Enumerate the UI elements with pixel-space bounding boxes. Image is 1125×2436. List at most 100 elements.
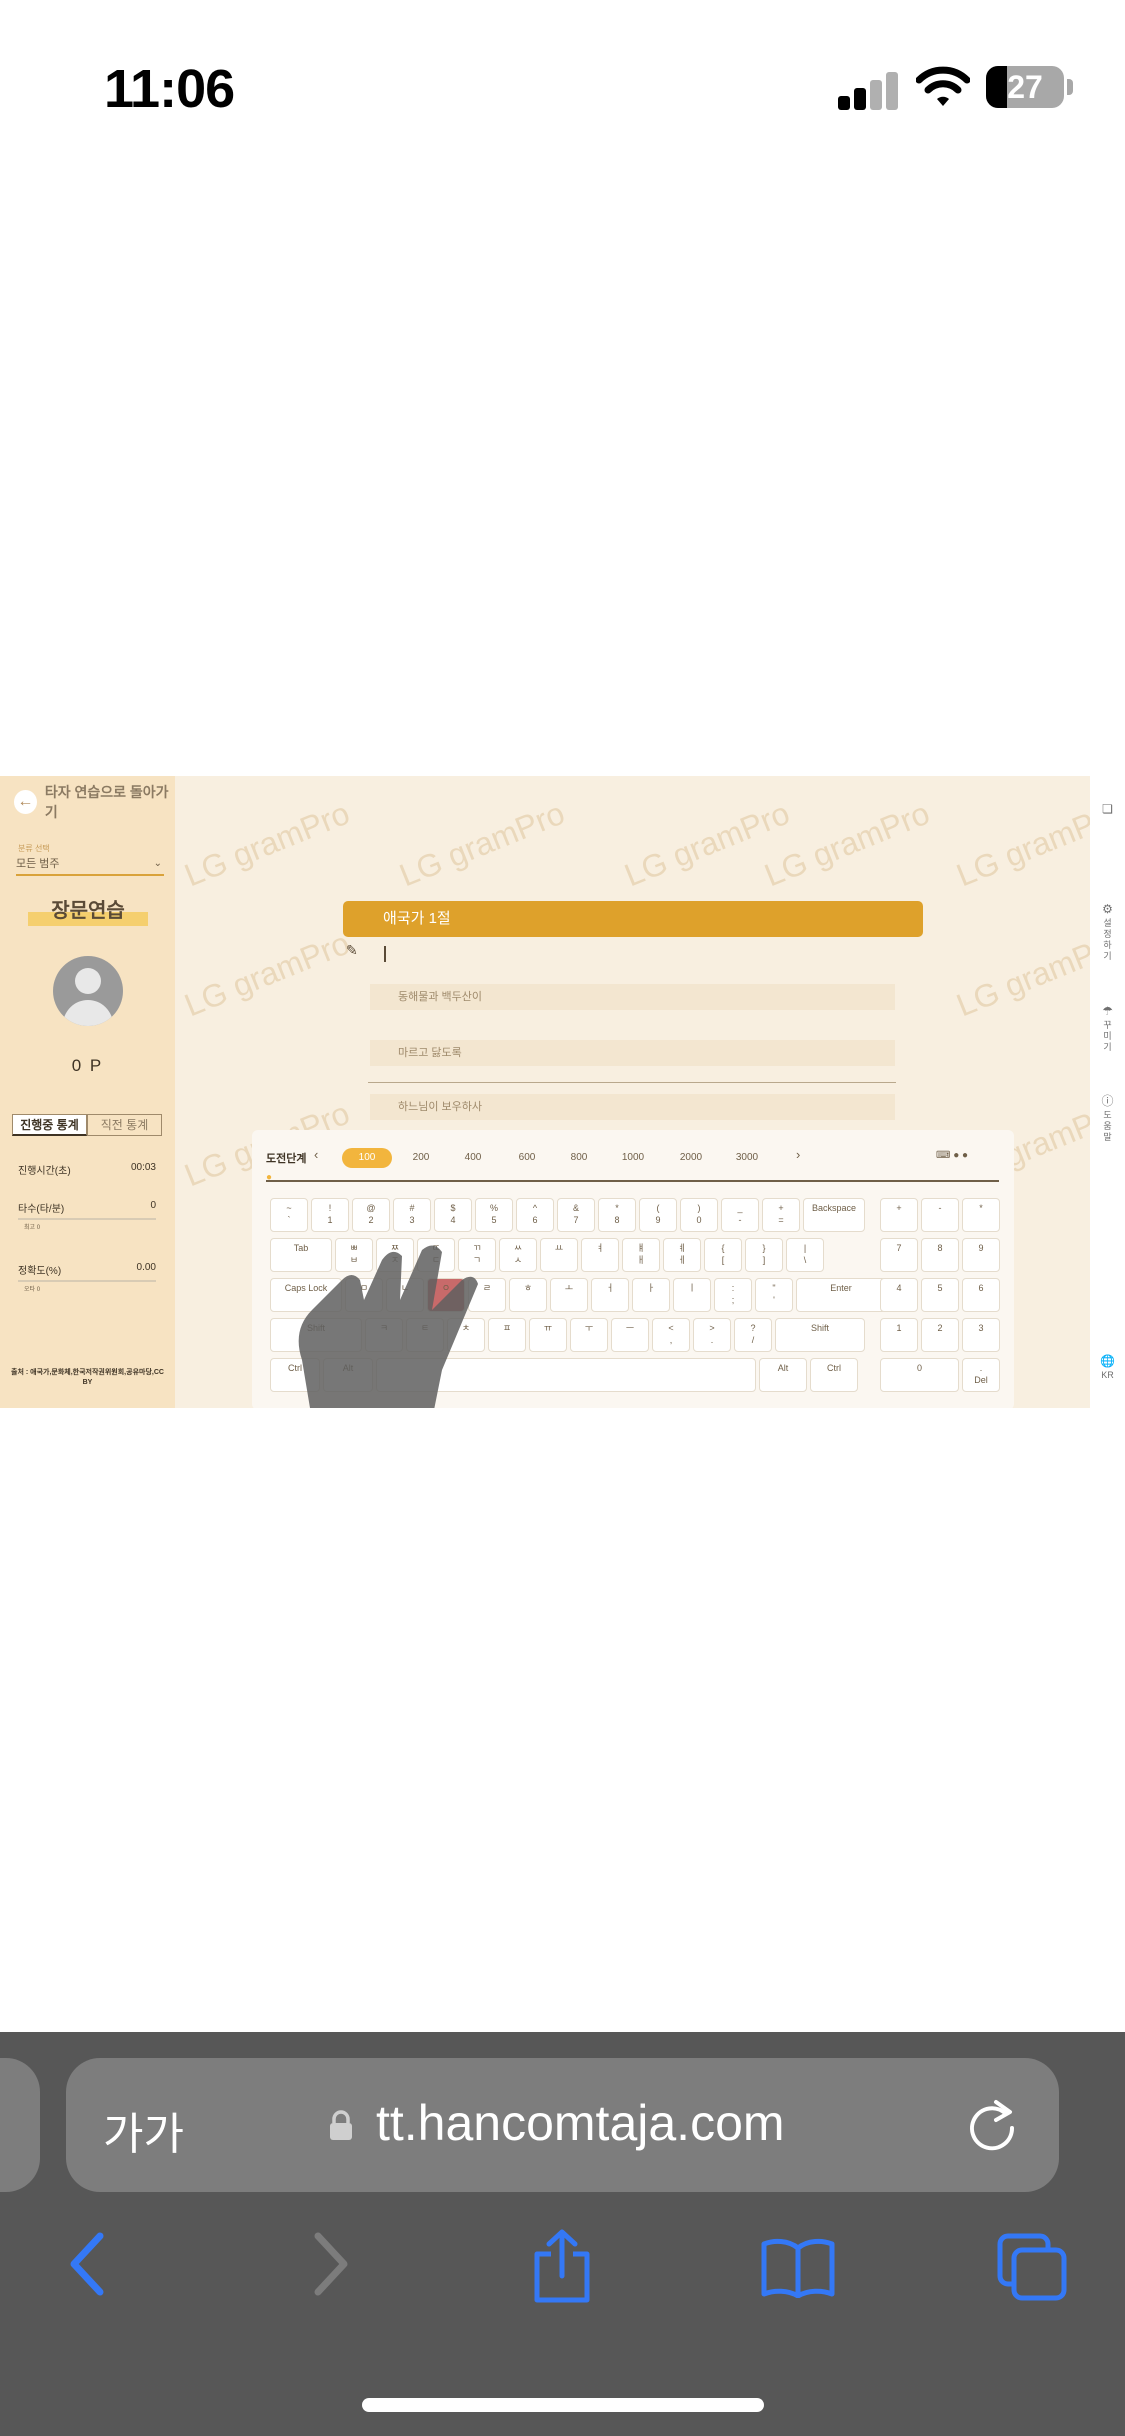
side-settings[interactable]: ⚙ 설정하기 — [1090, 903, 1125, 962]
previous-tab-preview[interactable] — [0, 2058, 40, 2192]
key[interactable]: ㅓ — [591, 1278, 629, 1312]
chevron-down-icon: ⌄ — [153, 858, 162, 869]
tabs-icon[interactable] — [996, 2232, 1068, 2302]
level-600[interactable]: 600 — [502, 1148, 552, 1168]
key[interactable]: ㅗ — [550, 1278, 588, 1312]
key[interactable]: <, — [652, 1318, 690, 1352]
watermark: LG gramPro — [179, 924, 355, 1024]
back-arrow-icon[interactable] — [66, 2232, 106, 2296]
stat-accuracy-bar — [18, 1280, 156, 1282]
key[interactable]: ㅜ — [570, 1318, 608, 1352]
back-to-practice-link[interactable]: ← 타자 연습으로 돌아가기 — [14, 784, 175, 820]
category-value: 모든 범주 — [16, 858, 60, 870]
stats-tabs: 진행중 통계 직전 통계 — [12, 1114, 162, 1136]
key[interactable]: ㅖㅔ — [663, 1238, 701, 1272]
key[interactable]: ^ 6 — [516, 1198, 554, 1232]
key[interactable]: {[ — [704, 1238, 742, 1272]
numpad-key[interactable]: 2 — [921, 1318, 959, 1352]
side-language-label: KR — [1101, 1370, 1114, 1380]
right-shift-key[interactable]: Shift — [775, 1318, 865, 1352]
key[interactable]: #3 — [393, 1198, 431, 1232]
pencil-icon: ✎ — [346, 942, 358, 958]
numpad-key[interactable]: 6 — [962, 1278, 1000, 1312]
key[interactable]: :; — [714, 1278, 752, 1312]
numpad-key[interactable]: 5 — [921, 1278, 959, 1312]
stat-speed-label: 타수(타/분) — [18, 1204, 65, 1215]
key[interactable]: " ' — [755, 1278, 793, 1312]
key[interactable]: + = — [762, 1198, 800, 1232]
left-panel: ← 타자 연습으로 돌아가기 분류 선택 모든 범주 ⌄ 장문연습 0 P 진행… — [0, 776, 175, 1408]
key[interactable]: ㅛ — [540, 1238, 578, 1272]
chevron-right-icon[interactable]: › — [796, 1147, 800, 1162]
level-200[interactable]: 200 — [396, 1148, 446, 1168]
side-language[interactable]: 🌐 KR — [1090, 1355, 1125, 1381]
numpad-key[interactable]: 9 — [962, 1238, 1000, 1272]
level-800[interactable]: 800 — [554, 1148, 604, 1168]
battery-icon: 27 — [986, 66, 1064, 108]
side-copy[interactable]: ❏ — [1090, 803, 1125, 818]
text-size-button[interactable]: 가가 — [103, 2098, 184, 2162]
stat-speed-bar — [18, 1218, 156, 1220]
backspace-key[interactable]: Backspace — [803, 1198, 865, 1232]
stat-speed-value: 0 — [150, 1200, 156, 1211]
level-100[interactable]: 100 — [342, 1148, 392, 1168]
level-2000[interactable]: 2000 — [666, 1148, 716, 1168]
right-alt-key[interactable]: Alt — [759, 1358, 807, 1392]
level-400[interactable]: 400 — [448, 1148, 498, 1168]
battery-percent: 27 — [1007, 69, 1043, 105]
share-icon[interactable] — [531, 2228, 593, 2304]
help-icon: ⓘ — [1101, 1094, 1114, 1108]
key[interactable]: ㅕ — [581, 1238, 619, 1272]
key[interactable]: ㅣ — [673, 1278, 711, 1312]
numpad-key[interactable]: - — [921, 1198, 959, 1232]
typing-cursor[interactable] — [384, 946, 386, 962]
numpad-key[interactable]: 8 — [921, 1238, 959, 1272]
key[interactable]: ㅠ — [529, 1318, 567, 1352]
key[interactable]: ㅏ — [632, 1278, 670, 1312]
key[interactable]: (9 — [639, 1198, 677, 1232]
numpad-key[interactable]: 4 — [880, 1278, 918, 1312]
key[interactable]: & 7 — [557, 1198, 595, 1232]
lyric-line: 마르고 닳도록 — [370, 1040, 895, 1066]
key[interactable]: % 5 — [475, 1198, 513, 1232]
category-select[interactable]: 모든 범주 ⌄ — [16, 854, 164, 876]
forward-arrow-icon[interactable] — [312, 2232, 352, 2296]
keyboard-settings-icon[interactable]: ⌨ ● ● — [936, 1150, 968, 1161]
stat-accuracy-label: 정확도(%) — [18, 1266, 62, 1277]
level-1000[interactable]: 1000 — [608, 1148, 658, 1168]
numpad-key[interactable]: 3 — [962, 1318, 1000, 1352]
key[interactable]: | \ — [786, 1238, 824, 1272]
lyric-line: 동해물과 백두산이 — [370, 984, 895, 1010]
reload-icon[interactable] — [966, 2096, 1018, 2152]
avatar-head — [75, 968, 101, 994]
bookmarks-icon[interactable] — [760, 2236, 836, 2298]
key[interactable]: ㅒㅐ — [622, 1238, 660, 1272]
numpad-key[interactable]: 7 — [880, 1238, 918, 1272]
key[interactable]: ? / — [734, 1318, 772, 1352]
numpad-key[interactable]: + — [880, 1198, 918, 1232]
key[interactable]: ! 1 — [311, 1198, 349, 1232]
enter-key[interactable]: Enter — [796, 1278, 886, 1312]
key[interactable]: ~ ` — [270, 1198, 308, 1232]
key[interactable]: * 8 — [598, 1198, 636, 1232]
key[interactable]: _ - — [721, 1198, 759, 1232]
chevron-left-icon[interactable]: ‹ — [314, 1147, 318, 1162]
numpad-del-key[interactable]: . Del — [962, 1358, 1000, 1392]
url-text[interactable]: tt.hancomtaja.com — [376, 2094, 785, 2152]
key[interactable]: ㅡ — [611, 1318, 649, 1352]
numpad-key[interactable]: * — [962, 1198, 1000, 1232]
numpad-key[interactable]: 1 — [880, 1318, 918, 1352]
side-decorate[interactable]: ☂ 꾸미기 — [1090, 1005, 1125, 1053]
level-3000[interactable]: 3000 — [722, 1148, 772, 1168]
key[interactable]: }] — [745, 1238, 783, 1272]
key[interactable]: $4 — [434, 1198, 472, 1232]
right-ctrl-key[interactable]: Ctrl — [810, 1358, 858, 1392]
key[interactable]: ) 0 — [680, 1198, 718, 1232]
tab-previous-stats[interactable]: 직전 통계 — [87, 1114, 162, 1136]
tab-current-stats[interactable]: 진행중 통계 — [12, 1114, 87, 1136]
key[interactable]: >. — [693, 1318, 731, 1352]
numpad-zero-key[interactable]: 0 — [880, 1358, 959, 1392]
key[interactable]: @2 — [352, 1198, 390, 1232]
side-help[interactable]: ⓘ 도움말 — [1090, 1094, 1125, 1143]
stat-speed-best: 최고 0 — [24, 1225, 41, 1231]
